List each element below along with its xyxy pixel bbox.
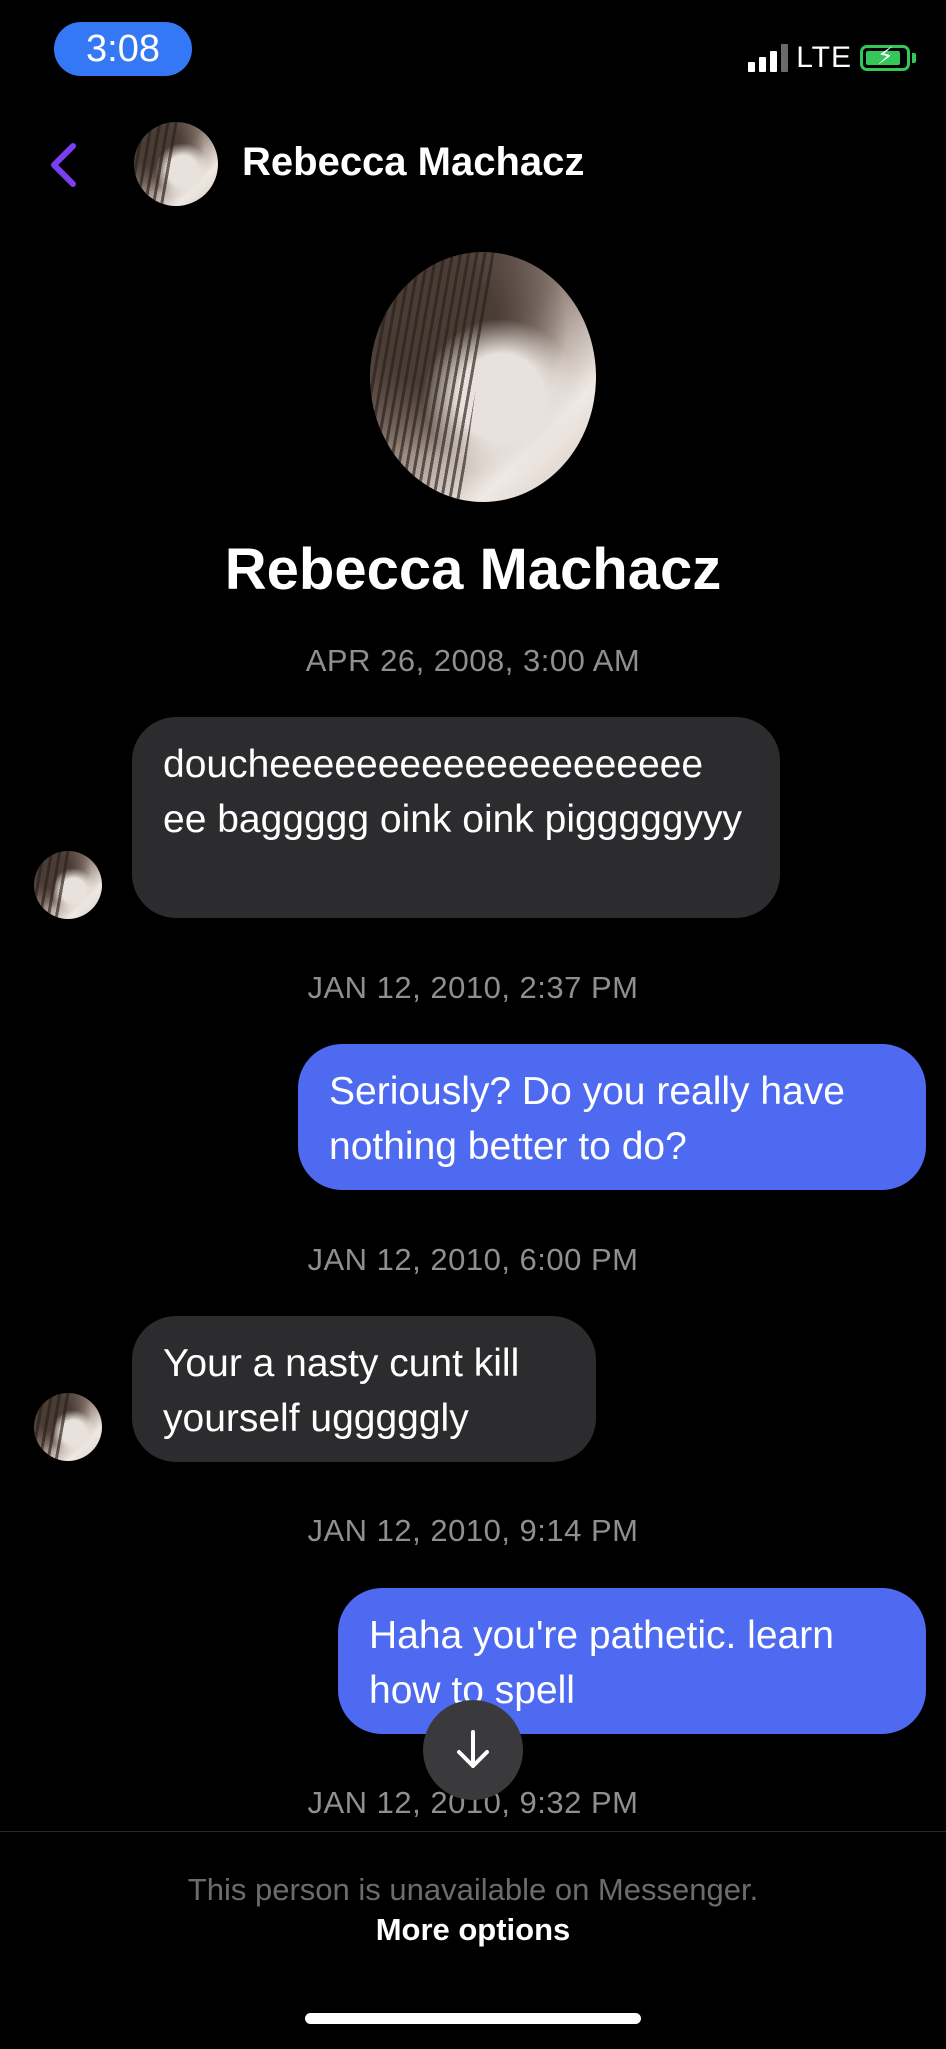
unavailable-notice: This person is unavailable on Messenger.	[187, 1872, 759, 1907]
more-options-link[interactable]: More options	[0, 1912, 946, 1948]
header-contact-name[interactable]: Rebecca Machacz	[242, 140, 584, 185]
home-indicator[interactable]	[305, 2013, 641, 2024]
incoming-message-bubble[interactable]: Your a nasty cunt kill yourself ugggggly	[132, 1316, 596, 1462]
outgoing-message-bubble[interactable]: Haha you're pathetic. learn how to spell	[338, 1588, 926, 1734]
status-indicators: LTE ⚡	[748, 36, 916, 80]
profile-name: Rebecca Machacz	[224, 537, 722, 602]
chevron-left-icon	[51, 143, 76, 187]
message-timestamp: JAN 12, 2010, 6:00 PM	[307, 1242, 639, 1277]
status-time: 3:08	[54, 22, 192, 76]
message-timestamp: APR 26, 2008, 3:00 AM	[305, 643, 641, 678]
back-button[interactable]	[40, 140, 90, 190]
battery-icon: ⚡	[860, 44, 910, 71]
scroll-to-bottom-button[interactable]	[423, 1700, 523, 1800]
incoming-message-bubble[interactable]: doucheeeeeeeeeeeeeeeeeeee ee baggggg oin…	[132, 717, 780, 918]
outgoing-message-bubble[interactable]: Seriously? Do you really have nothing be…	[298, 1044, 926, 1190]
signal-icon	[748, 44, 789, 72]
sender-avatar[interactable]	[34, 851, 102, 919]
message-timestamp: JAN 12, 2010, 2:37 PM	[307, 970, 639, 1005]
header-avatar[interactable]	[134, 122, 218, 206]
network-label: LTE	[796, 41, 852, 74]
arrow-down-icon	[457, 1730, 489, 1768]
sender-avatar[interactable]	[34, 1393, 102, 1461]
message-timestamp: JAN 12, 2010, 9:14 PM	[307, 1513, 639, 1548]
profile-avatar[interactable]	[370, 252, 596, 502]
